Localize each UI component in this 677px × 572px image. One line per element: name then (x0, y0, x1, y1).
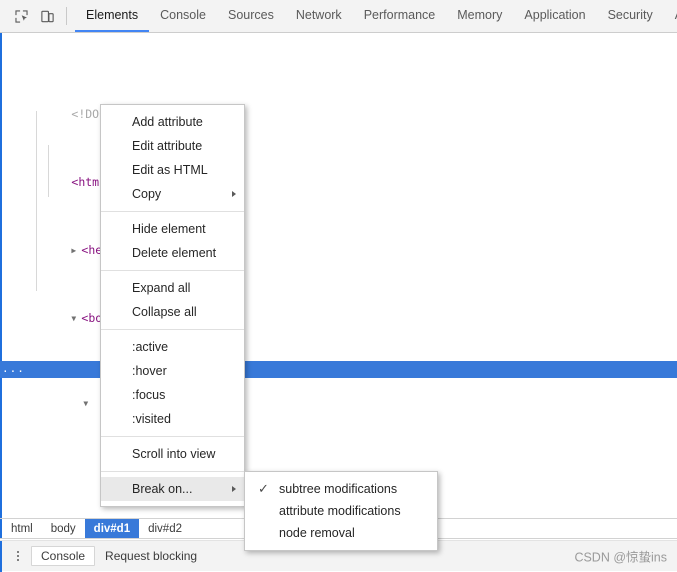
submenu-item-label: attribute modifications (279, 504, 401, 518)
context-menu-item-add-attribute[interactable]: Add attribute (101, 110, 244, 134)
devtools-toolbar: Elements Console Sources Network Perform… (0, 0, 677, 33)
collapse-triangle-icon[interactable]: ▼ (83, 395, 93, 412)
drawer-tab-console[interactable]: Console (31, 546, 96, 566)
tab-security[interactable]: Security (597, 0, 664, 32)
context-menu-separator (101, 270, 244, 271)
breadcrumb-item-body[interactable]: body (42, 519, 85, 538)
context-menu-item-label: Hide element (132, 222, 206, 236)
context-menu-item-label: Expand all (132, 281, 191, 295)
context-menu-item-label: :hover (132, 364, 167, 378)
tab-memory-label: Memory (457, 8, 503, 22)
context-menu-separator (101, 436, 244, 437)
context-menu-item-label: :focus (132, 388, 166, 402)
tab-security-label: Security (607, 8, 653, 22)
tab-application[interactable]: Application (513, 0, 596, 32)
panel-tabs: Elements Console Sources Network Perform… (75, 0, 677, 32)
tab-audits[interactable]: Audits (664, 0, 677, 32)
tab-sources[interactable]: Sources (217, 0, 285, 32)
tab-network-label: Network (295, 8, 342, 22)
drawer-tab-request-blocking[interactable]: Request blocking (95, 546, 207, 566)
context-menu-item-label: Copy (132, 187, 162, 201)
submenu-item-label: subtree modifications (279, 482, 398, 496)
tab-elements-label: Elements (86, 8, 139, 22)
toolbar-divider (66, 7, 67, 25)
context-menu-item-hide-element[interactable]: Hide element (101, 217, 244, 241)
context-menu-item-label: :visited (132, 412, 171, 426)
drawer-tab-label: Request blocking (105, 549, 198, 563)
breadcrumb-item-div-d2[interactable]: div#d2 (139, 519, 191, 538)
context-menu-item-expand-all[interactable]: Expand all (101, 276, 244, 300)
context-menu-item-label: :active (132, 340, 169, 354)
tab-console[interactable]: Console (149, 0, 217, 32)
context-menu-item-copy[interactable]: Copy (101, 182, 244, 206)
tab-elements[interactable]: Elements (75, 0, 150, 32)
expand-triangle-icon[interactable]: ▶ (71, 242, 81, 259)
drawer-left-accent (0, 541, 2, 572)
context-menu-item-break-on[interactable]: Break on... (101, 477, 244, 501)
context-menu-item-label: Delete element (132, 246, 217, 260)
inspect-element-icon[interactable] (8, 4, 34, 28)
checkmark-icon: ✓ (258, 481, 269, 496)
context-menu-separator (101, 329, 244, 330)
tab-performance[interactable]: Performance (353, 0, 447, 32)
submenu-item-label: node removal (279, 526, 355, 540)
device-toolbar-icon[interactable] (34, 4, 60, 28)
context-menu-item-label: Scroll into view (132, 447, 216, 461)
tab-console-label: Console (160, 8, 206, 22)
breadcrumb-item-html[interactable]: html (2, 519, 42, 538)
context-menu-item-label: Break on... (132, 482, 193, 496)
context-menu-item-active[interactable]: :active (101, 335, 244, 359)
submenu-item-subtree-modifications[interactable]: ✓ subtree modifications (245, 478, 437, 500)
toolbar-icon-group (0, 0, 75, 32)
drawer-tab-label: Console (41, 549, 86, 563)
node-more-badge[interactable]: ... (2, 363, 24, 374)
context-menu-item-label: Add attribute (132, 115, 203, 129)
breadcrumb-item-div-d1[interactable]: div#d1 (84, 519, 140, 538)
breadcrumb-item-label: html (11, 522, 33, 535)
context-menu-item-label: Collapse all (132, 305, 197, 319)
context-menu-separator (101, 211, 244, 212)
devtools-window: Elements Console Sources Network Perform… (0, 0, 677, 572)
context-menu-item-edit-attribute[interactable]: Edit attribute (101, 134, 244, 158)
watermark-text: CSDN @惊蛰ins (574, 550, 667, 565)
submenu-item-attribute-modifications[interactable]: attribute modifications (245, 500, 437, 522)
submenu-item-node-removal[interactable]: node removal (245, 522, 437, 544)
submenu-arrow-icon (232, 191, 236, 197)
element-context-menu[interactable]: Add attribute Edit attribute Edit as HTM… (100, 104, 245, 507)
tab-sources-label: Sources (227, 8, 274, 22)
kebab-menu-icon[interactable] (5, 545, 31, 567)
context-menu-item-collapse-all[interactable]: Collapse all (101, 300, 244, 324)
context-menu-item-focus[interactable]: :focus (101, 383, 244, 407)
breadcrumb-item-label: div#d1 (93, 522, 131, 535)
context-menu-item-hover[interactable]: :hover (101, 359, 244, 383)
breadcrumb-item-label: body (50, 522, 76, 535)
tab-application-label: Application (524, 8, 586, 22)
context-menu-item-scroll-into-view[interactable]: Scroll into view (101, 442, 244, 466)
tab-performance-label: Performance (363, 8, 436, 22)
context-menu-item-delete-element[interactable]: Delete element (101, 241, 244, 265)
collapse-triangle-icon[interactable]: ▼ (71, 310, 81, 327)
submenu-arrow-icon (232, 486, 236, 492)
breadcrumb-item-label: div#d2 (148, 522, 182, 535)
context-menu-item-label: Edit attribute (132, 139, 203, 153)
tab-network[interactable]: Network (285, 0, 353, 32)
context-menu-item-edit-as-html[interactable]: Edit as HTML (101, 158, 244, 182)
context-menu-item-visited[interactable]: :visited (101, 407, 244, 431)
break-on-submenu[interactable]: ✓ subtree modifications attribute modifi… (244, 471, 438, 551)
tab-memory[interactable]: Memory (446, 0, 513, 32)
context-menu-separator (101, 471, 244, 472)
context-menu-item-label: Edit as HTML (132, 163, 208, 177)
